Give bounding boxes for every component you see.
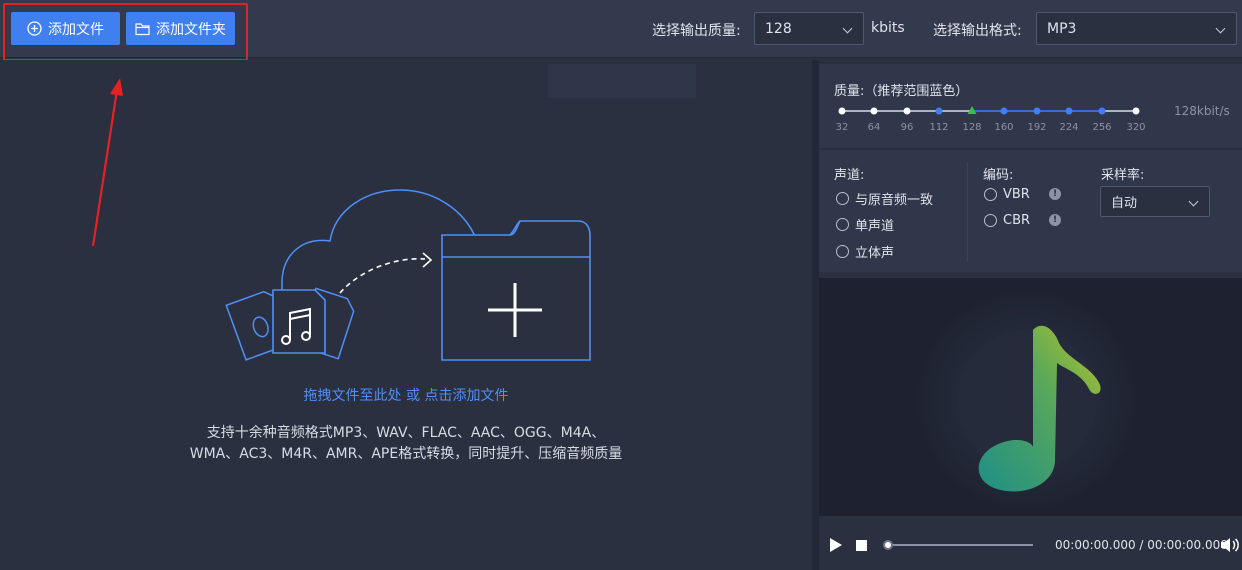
stop-icon[interactable] [856, 540, 867, 551]
sample-rate-select[interactable]: 自动 [1100, 186, 1210, 217]
progress-track[interactable] [886, 544, 1033, 546]
quality-title: 质量:（推荐范围蓝色） [834, 84, 969, 99]
quality-tick: 256 [1092, 122, 1112, 133]
quality-label: 选择输出质量: [652, 23, 741, 39]
quality-current-value: 128kbit/s [1174, 104, 1230, 118]
quality-tick: 128 [962, 122, 982, 133]
radio-circle [984, 214, 997, 227]
progress-handle[interactable] [883, 540, 893, 550]
quality-slider[interactable] [830, 101, 1150, 121]
playback-time: 00:00:00.000 / 00:00:00.000 [1055, 538, 1228, 552]
ghost-tooltip [548, 64, 696, 98]
encoding-title: 编码: [983, 168, 1014, 183]
radio-circle [836, 218, 849, 231]
quality-tick: 192 [1027, 122, 1047, 133]
quality-tick: 96 [900, 122, 914, 133]
info-icon[interactable]: ! [1049, 214, 1061, 226]
quality-tick: 224 [1059, 122, 1079, 133]
sample-rate-value: 自动 [1111, 196, 1138, 211]
chevron-down-icon [842, 23, 853, 34]
format-select[interactable]: MP3 [1036, 12, 1237, 45]
drop-hint-link[interactable]: 拖拽文件至此处 或 点击添加文件 [0, 385, 812, 405]
chevron-down-icon [1188, 196, 1199, 207]
format-description-line1: 支持十余种音频格式MP3、WAV、FLAC、AAC、OGG、M4A、 [206, 425, 606, 441]
radio-channel-stereo[interactable]: 立体声 [836, 242, 894, 261]
upload-illustration [225, 189, 591, 361]
quality-tick: 160 [994, 122, 1014, 133]
radio-encoding-vbr[interactable]: VBR [984, 187, 1030, 202]
radio-channel-original[interactable]: 与原音频一致 [836, 189, 933, 208]
play-icon[interactable] [829, 537, 843, 553]
quality-select[interactable]: 128 [754, 12, 864, 45]
quality-tick: 32 [835, 122, 849, 133]
annotation-arrow [91, 78, 123, 247]
sample-rate-title: 采样率: [1101, 168, 1145, 183]
radio-circle [984, 188, 997, 201]
radio-channel-mono[interactable]: 单声道 [836, 215, 894, 234]
format-label: 选择输出格式: [933, 23, 1022, 39]
radio-label: CBR [1003, 213, 1031, 228]
settings-divider [967, 162, 968, 262]
radio-circle [836, 192, 849, 205]
quality-select-value: 128 [765, 20, 792, 37]
channel-title: 声道: [834, 168, 865, 183]
radio-circle [836, 245, 849, 258]
radio-encoding-cbr[interactable]: CBR [984, 213, 1030, 228]
quality-tick: 112 [929, 122, 949, 133]
quality-tick: 320 [1126, 122, 1146, 133]
panel-divider [812, 60, 819, 570]
chevron-down-icon [1215, 23, 1226, 34]
quality-unit: kbits [871, 20, 905, 36]
radio-label: 单声道 [855, 219, 895, 234]
radio-label: 立体声 [855, 246, 895, 261]
highlight-box [3, 3, 248, 61]
info-icon[interactable]: ! [1049, 188, 1061, 200]
format-description-line2: WMA、AC3、M4R、AMR、APE格式转换，同时提升、压缩音频质量 [189, 446, 623, 462]
radio-label: 与原音频一致 [855, 193, 934, 208]
radio-label: VBR [1003, 187, 1030, 202]
quality-tick: 64 [867, 122, 881, 133]
volume-icon[interactable] [1220, 536, 1240, 554]
format-select-value: MP3 [1047, 20, 1077, 37]
music-note-icon [915, 288, 1139, 512]
